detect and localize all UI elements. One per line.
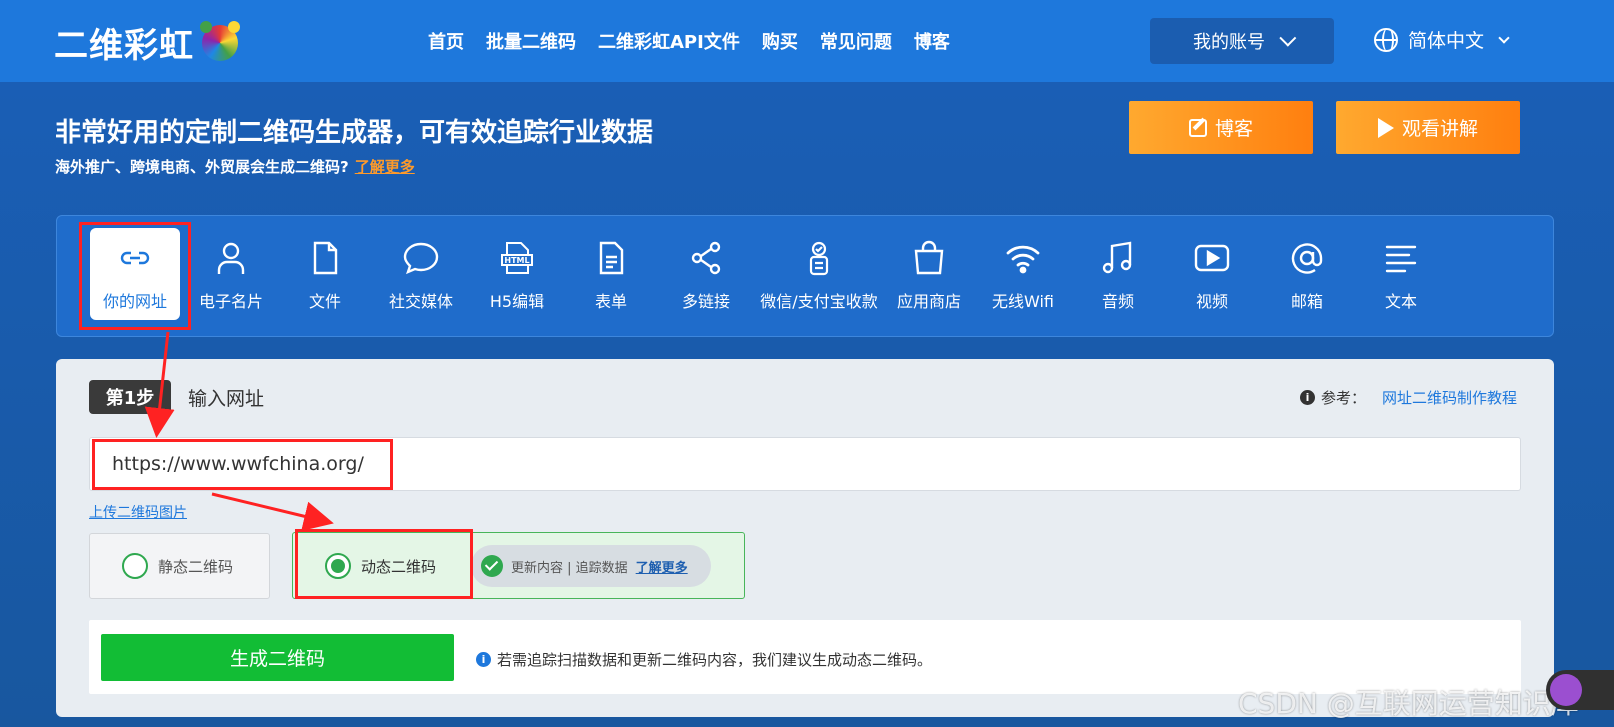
hero-title: 非常好用的定制二维码生成器，可有效追踪行业数据 bbox=[55, 118, 654, 148]
category-multi-link[interactable]: 多链接 bbox=[661, 228, 751, 320]
svg-text:HTML: HTML bbox=[504, 256, 529, 265]
category-label: 表单 bbox=[594, 292, 627, 311]
share-icon bbox=[686, 238, 726, 278]
chevron-down-icon bbox=[1498, 31, 1510, 44]
annotation-box-category bbox=[79, 222, 191, 330]
nav-blog[interactable]: 博客 bbox=[914, 28, 950, 54]
chevron-down-icon bbox=[1279, 29, 1297, 47]
nav-purchase[interactable]: 购买 bbox=[762, 28, 798, 54]
text-icon bbox=[1381, 238, 1421, 278]
blog-button[interactable]: 博客 bbox=[1129, 101, 1313, 154]
category-wifi[interactable]: 无线Wifi bbox=[978, 228, 1068, 320]
category-vcard[interactable]: 电子名片 bbox=[186, 228, 276, 320]
category-label: 音频 bbox=[1101, 292, 1134, 311]
tutorial-link[interactable]: 网址二维码制作教程 bbox=[1382, 387, 1517, 408]
form-icon bbox=[591, 238, 631, 278]
upload-qr-image-link[interactable]: 上传二维码图片 bbox=[89, 502, 187, 522]
language-label: 简体中文 bbox=[1408, 30, 1485, 52]
category-email[interactable]: 邮箱 bbox=[1262, 228, 1352, 320]
logo[interactable]: 二维彩虹 bbox=[54, 18, 240, 67]
category-label: 电子名片 bbox=[198, 292, 263, 311]
check-circle-icon bbox=[481, 555, 503, 577]
category-label: 微信/支付宝收款 bbox=[760, 292, 878, 311]
category-label: 邮箱 bbox=[1290, 292, 1323, 311]
static-qr-option[interactable]: 静态二维码 bbox=[89, 533, 270, 599]
category-payment[interactable]: 微信/支付宝收款 bbox=[754, 228, 884, 320]
html-icon: HTML bbox=[497, 238, 537, 278]
watermark: CSDN @互联网运营知识库 bbox=[1238, 687, 1579, 720]
annotation-box-dynamic bbox=[295, 529, 473, 599]
hero-learn-more-link[interactable]: 了解更多 bbox=[355, 158, 415, 176]
category-social[interactable]: 社交媒体 bbox=[376, 228, 466, 320]
info-icon: i bbox=[1300, 390, 1315, 405]
category-form[interactable]: 表单 bbox=[566, 228, 656, 320]
category-label: 多链接 bbox=[681, 292, 730, 311]
account-dropdown-button[interactable]: 我的账号 bbox=[1150, 18, 1334, 64]
static-qr-label: 静态二维码 bbox=[158, 557, 234, 576]
account-label: 我的账号 bbox=[1193, 32, 1265, 53]
globe-icon bbox=[1374, 27, 1398, 52]
category-label: 文本 bbox=[1384, 292, 1417, 311]
user-icon bbox=[211, 238, 251, 278]
category-label: 社交媒体 bbox=[388, 292, 453, 311]
reference-line: i 参考： 网址二维码制作教程 bbox=[1300, 387, 1517, 408]
logo-text: 二维彩虹 bbox=[54, 26, 194, 66]
radio-unchecked-icon bbox=[122, 553, 148, 579]
generate-tip-text: 若需追踪扫描数据和更新二维码内容，我们建议生成动态二维码。 bbox=[497, 651, 933, 669]
category-label: 无线Wifi bbox=[992, 292, 1054, 311]
info-icon: i bbox=[476, 652, 491, 667]
dynamic-learn-more-link[interactable]: 了解更多 bbox=[636, 557, 688, 576]
hero-subtitle-text: 海外推广、跨境电商、外贸展会生成二维码? bbox=[55, 158, 349, 176]
watch-tutorial-button[interactable]: 观看讲解 bbox=[1336, 101, 1520, 154]
step-label: 输入网址 bbox=[188, 388, 265, 410]
hero-subtitle: 海外推广、跨境电商、外贸展会生成二维码? 了解更多 bbox=[55, 156, 415, 177]
category-app-store[interactable]: 应用商店 bbox=[884, 228, 974, 320]
top-navbar: 二维彩虹 首页 批量二维码 二维彩虹API文件 购买 常见问题 博客 我的账号 … bbox=[0, 0, 1614, 82]
edit-icon bbox=[1188, 118, 1207, 137]
nav-home[interactable]: 首页 bbox=[428, 28, 464, 54]
rainbow-bear-logo-icon bbox=[200, 20, 240, 61]
payment-icon bbox=[799, 238, 839, 278]
shopping-bag-icon bbox=[909, 238, 949, 278]
category-h5[interactable]: HTML H5编辑 bbox=[472, 228, 562, 320]
dynamic-features-pill: 更新内容 | 追踪数据 了解更多 bbox=[471, 545, 711, 587]
main-nav: 首页 批量二维码 二维彩虹API文件 购买 常见问题 博客 bbox=[428, 28, 950, 54]
watch-button-label: 观看讲解 bbox=[1401, 118, 1478, 140]
step-badge: 第1步 bbox=[89, 380, 171, 414]
category-label: 应用商店 bbox=[896, 292, 961, 311]
category-label: H5编辑 bbox=[489, 292, 545, 311]
nav-batch-qr[interactable]: 批量二维码 bbox=[486, 28, 576, 54]
language-selector[interactable]: 简体中文 bbox=[1374, 26, 1510, 53]
category-text[interactable]: 文本 bbox=[1356, 228, 1446, 320]
chat-bubble-icon bbox=[401, 238, 441, 278]
play-icon bbox=[1377, 117, 1394, 138]
category-video[interactable]: 视频 bbox=[1167, 228, 1257, 320]
wifi-icon bbox=[1003, 238, 1043, 278]
category-label: 文件 bbox=[308, 292, 341, 311]
chat-widget-button[interactable] bbox=[1546, 670, 1614, 710]
reference-prefix: 参考： bbox=[1321, 389, 1367, 407]
nav-faq[interactable]: 常见问题 bbox=[820, 28, 892, 54]
generate-tip: i 若需追踪扫描数据和更新二维码内容，我们建议生成动态二维码。 bbox=[476, 649, 932, 670]
dynamic-features-text: 更新内容 | 追踪数据 bbox=[511, 560, 628, 576]
blog-button-label: 博客 bbox=[1214, 118, 1253, 140]
music-icon bbox=[1098, 238, 1138, 278]
generate-qr-button[interactable]: 生成二维码 bbox=[101, 634, 454, 681]
category-label: 视频 bbox=[1195, 292, 1228, 311]
at-icon bbox=[1287, 238, 1327, 278]
qr-type-bar: 你的网址 电子名片 文件 社交媒体 HTML H5编辑 表单 多链接 微信/支付… bbox=[56, 215, 1554, 337]
video-icon bbox=[1192, 238, 1232, 278]
annotation-box-url bbox=[92, 439, 393, 490]
category-audio[interactable]: 音频 bbox=[1073, 228, 1163, 320]
category-file[interactable]: 文件 bbox=[280, 228, 370, 320]
file-icon bbox=[305, 238, 345, 278]
nav-api-docs[interactable]: 二维彩虹API文件 bbox=[598, 28, 740, 54]
